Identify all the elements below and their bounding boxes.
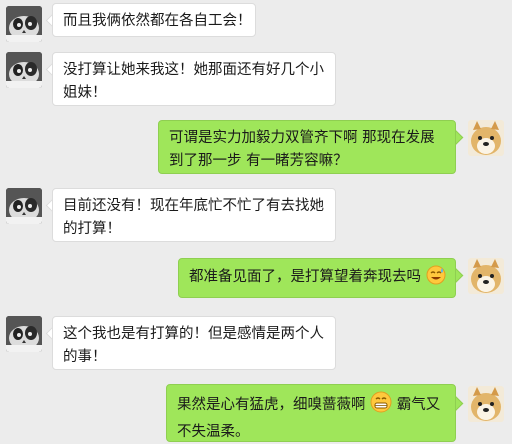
sweat-smile-emoji-icon bbox=[426, 265, 446, 293]
cat-avatar-icon bbox=[6, 188, 42, 224]
dog-avatar-icon bbox=[468, 258, 504, 294]
message-text: 而且我俩依然都在各自工会！ bbox=[63, 13, 252, 29]
cat-avatar-icon bbox=[6, 6, 42, 42]
dog-avatar-icon bbox=[468, 386, 504, 422]
message-text: 没打算让她来我这！她那面还有好几个小姐妹！ bbox=[63, 62, 324, 101]
incoming-message-bubble[interactable]: 这个我也是有打算的！但是感情是两个人的事！ bbox=[52, 316, 336, 370]
dog-avatar-icon bbox=[468, 120, 504, 156]
message-text: 这个我也是有打算的！但是感情是两个人的事！ bbox=[63, 326, 324, 365]
contact-avatar[interactable] bbox=[6, 316, 42, 352]
contact-avatar[interactable] bbox=[6, 6, 42, 42]
message-text: 果然是心有猛虎，细嗅蔷薇啊 bbox=[177, 397, 366, 413]
user-avatar[interactable] bbox=[468, 258, 504, 294]
cat-avatar-icon bbox=[6, 52, 42, 88]
message-text: 目前还没有！现在年底忙不忙了有去找她的打算！ bbox=[63, 198, 324, 237]
message-text: 可谓是实力加毅力双管齐下啊 那现在发展到了那一步 有一睹芳容嘛？ bbox=[169, 130, 435, 169]
user-avatar[interactable] bbox=[468, 386, 504, 422]
incoming-message-bubble[interactable]: 而且我俩依然都在各自工会！ bbox=[52, 3, 256, 37]
cat-avatar-icon bbox=[6, 316, 42, 352]
contact-avatar[interactable] bbox=[6, 188, 42, 224]
user-avatar[interactable] bbox=[468, 120, 504, 156]
outgoing-message-bubble[interactable]: 果然是心有猛虎，细嗅蔷薇啊 霸气又不失温柔。 bbox=[166, 384, 456, 442]
message-text: 都准备见面了，是打算望着奔现去吗 bbox=[189, 269, 421, 285]
grin-emoji-icon bbox=[370, 391, 392, 421]
contact-avatar[interactable] bbox=[6, 52, 42, 88]
outgoing-message-bubble[interactable]: 都准备见面了，是打算望着奔现去吗 bbox=[178, 258, 456, 298]
outgoing-message-bubble[interactable]: 可谓是实力加毅力双管齐下啊 那现在发展到了那一步 有一睹芳容嘛？ bbox=[158, 120, 456, 174]
incoming-message-bubble[interactable]: 没打算让她来我这！她那面还有好几个小姐妹！ bbox=[52, 52, 336, 106]
incoming-message-bubble[interactable]: 目前还没有！现在年底忙不忙了有去找她的打算！ bbox=[52, 188, 336, 242]
